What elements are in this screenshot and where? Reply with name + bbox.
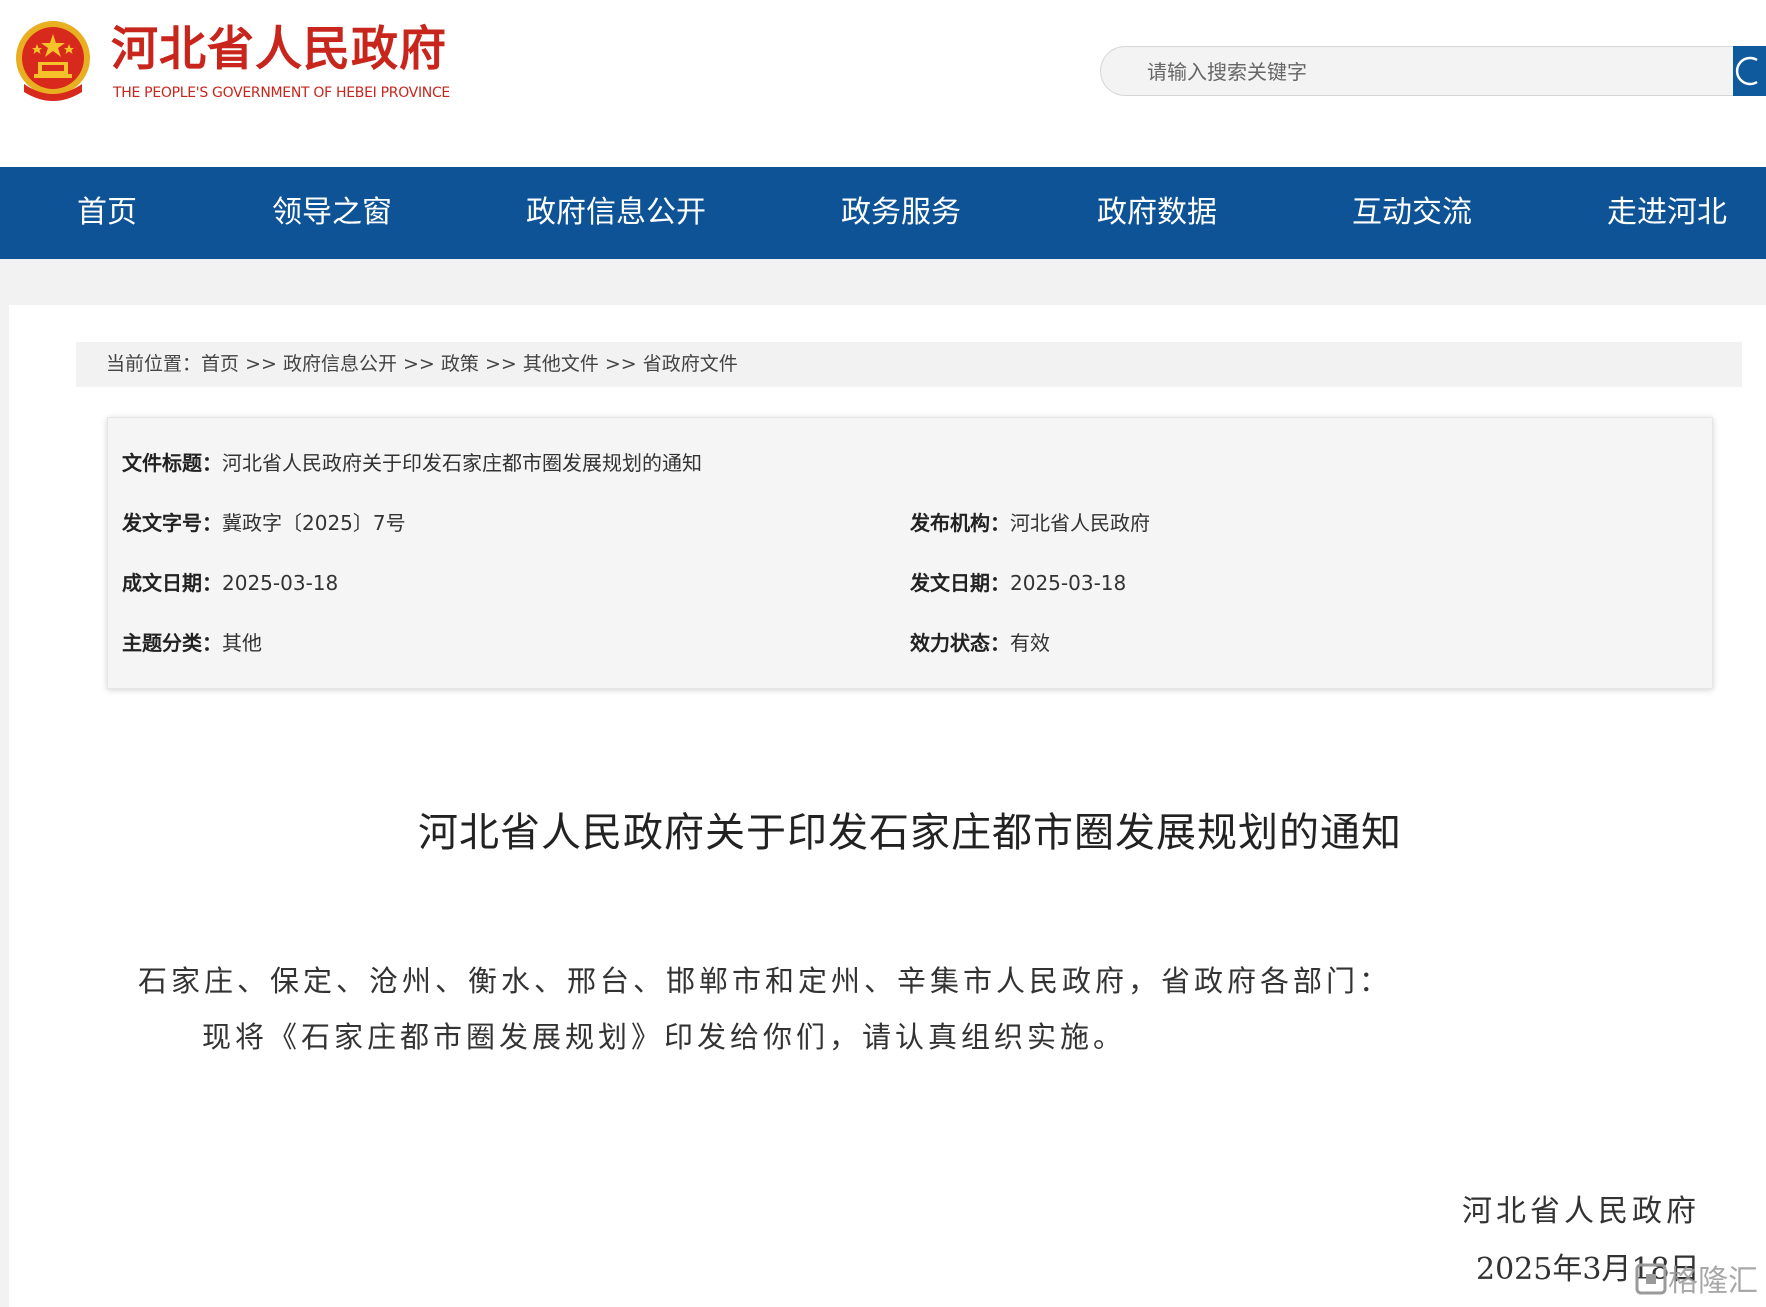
nav-item-gov-services[interactable]: 政务服务	[841, 167, 961, 259]
info-doc-no-label: 发文字号：	[122, 511, 222, 535]
info-publish-date-value: 2025-03-18	[1010, 571, 1127, 595]
breadcrumb-info-disclosure[interactable]: 政府信息公开	[283, 353, 397, 375]
nav-item-leadership[interactable]: 领导之窗	[272, 167, 392, 259]
info-issuer-label: 发布机构：	[910, 511, 1010, 535]
breadcrumb-provincial-files[interactable]: 省政府文件	[643, 353, 738, 375]
document-body: 现将《石家庄都市圈发展规划》印发给你们，请认真组织实施。	[202, 1020, 1127, 1054]
breadcrumb-separator: >>	[396, 353, 441, 375]
nav-item-home[interactable]: 首页	[77, 167, 137, 259]
search-button[interactable]	[1733, 46, 1766, 96]
breadcrumb-policy[interactable]: 政策	[441, 353, 479, 375]
nav-item-interaction[interactable]: 互动交流	[1352, 167, 1472, 259]
info-status-row: 效力状态：有效	[910, 630, 1050, 656]
breadcrumb-separator: >>	[478, 353, 523, 375]
site-subtitle: THE PEOPLE'S GOVERNMENT OF HEBEI PROVINC…	[113, 85, 450, 101]
info-status-label: 效力状态：	[910, 631, 1010, 655]
breadcrumb: 当前位置：首页 >> 政府信息公开 >> 政策 >> 其他文件 >> 省政府文件	[76, 342, 1742, 387]
main-nav: 首页 领导之窗 政府信息公开 政务服务 政府数据 互动交流 走进河北	[0, 167, 1766, 259]
info-issuer-value: 河北省人民政府	[1010, 511, 1150, 535]
info-title-value: 河北省人民政府关于印发石家庄都市圈发展规划的通知	[222, 451, 702, 475]
info-written-date-row: 成文日期：2025-03-18	[122, 570, 338, 596]
info-status-value: 有效	[1010, 631, 1050, 655]
info-topic-label: 主题分类：	[122, 631, 222, 655]
search-icon	[1735, 56, 1758, 86]
document-info-box: 文件标题：河北省人民政府关于印发石家庄都市圈发展规划的通知 发文字号：冀政字〔2…	[107, 417, 1713, 689]
breadcrumb-home[interactable]: 首页	[201, 353, 239, 375]
info-publish-date-row: 发文日期：2025-03-18	[910, 570, 1126, 596]
info-issuer-row: 发布机构：河北省人民政府	[910, 510, 1150, 536]
breadcrumb-separator: >>	[598, 353, 643, 375]
breadcrumb-separator: >>	[239, 353, 283, 375]
site-header: 河北省人民政府 THE PEOPLE'S GOVERNMENT OF HEBEI…	[0, 0, 1766, 167]
info-topic-value: 其他	[222, 631, 262, 655]
document-addressee: 石家庄、保定、沧州、衡水、邢台、邯郸市和定州、辛集市人民政府，省政府各部门：	[138, 964, 1393, 998]
document-title: 河北省人民政府关于印发石家庄都市圈发展规划的通知	[418, 810, 1402, 856]
info-doc-no-row: 发文字号：冀政字〔2025〕7号	[122, 510, 406, 536]
watermark-logo-icon	[1635, 1263, 1667, 1295]
nav-item-gov-data[interactable]: 政府数据	[1097, 167, 1217, 259]
nav-item-info-disclosure[interactable]: 政府信息公开	[526, 167, 706, 259]
info-written-date-label: 成文日期：	[122, 571, 222, 595]
search-input[interactable]	[1145, 47, 1709, 97]
watermark-text: 格隆汇	[1668, 1264, 1758, 1299]
national-emblem-icon[interactable]	[12, 18, 94, 106]
info-title-label: 文件标题：	[122, 451, 222, 475]
document-signer: 河北省人民政府	[1462, 1194, 1700, 1229]
breadcrumb-prefix: 当前位置：	[106, 353, 202, 375]
info-topic-row: 主题分类：其他	[122, 630, 262, 656]
breadcrumb-other-files[interactable]: 其他文件	[523, 353, 599, 375]
info-publish-date-label: 发文日期：	[910, 571, 1010, 595]
site-title[interactable]: 河北省人民政府	[111, 22, 447, 78]
info-written-date-value: 2025-03-18	[222, 571, 339, 595]
info-title-row: 文件标题：河北省人民政府关于印发石家庄都市圈发展规划的通知	[122, 450, 702, 476]
info-doc-no-value: 冀政字〔2025〕7号	[222, 511, 406, 535]
search-box	[1100, 46, 1734, 97]
nav-item-about-hebei[interactable]: 走进河北	[1607, 167, 1727, 259]
